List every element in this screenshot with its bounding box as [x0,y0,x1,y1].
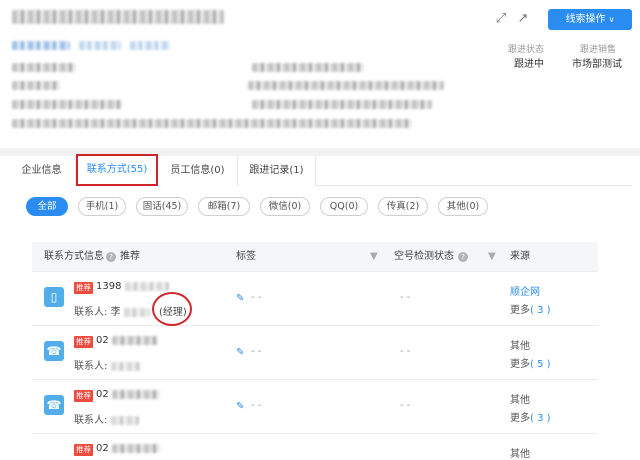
telephone-icon: ☎ [44,341,64,361]
contact-person: 联系人: [74,357,141,372]
info-line [252,99,432,110]
phone-number: 1398 [96,281,169,292]
check-status: - - [400,292,411,303]
question-icon[interactable]: ? [458,252,468,262]
check-status: - - [400,400,411,411]
phone-number-text: 02 [96,389,109,400]
table-row: 推荐 02 其他 [32,435,598,460]
phone-number-text: 02 [96,335,109,346]
filter-other[interactable]: 其他(0) [438,197,488,216]
recommend-badge: 推荐 [74,336,93,348]
company-tags-redacted [12,40,171,51]
more-sources: 更多( 3 ) [510,409,551,424]
tab-company-info[interactable]: 企业信息 [8,156,76,186]
tab-follow-records[interactable]: 跟进记录(1) [238,156,316,186]
column-contact: 联系方式信息 [44,251,104,262]
source-link[interactable]: 顺企网 [510,283,540,298]
phone-redacted [111,443,160,453]
phone-number: 02 [96,335,158,346]
follow-status-label: 跟进状态 [508,45,545,55]
tag-value: - - [251,400,262,411]
mobile-phone-icon: ▯ [44,287,64,307]
source-value: 其他 [510,341,530,352]
column-recommend: 推荐 [120,251,140,262]
column-tag: 标签 [236,251,256,262]
phone-number: 02 [96,443,160,454]
lead-actions-label: 线索操作 [565,14,606,25]
contact-person-text: 联系人: 李 [74,307,121,318]
more-count-link[interactable]: ( 5 ) [530,359,551,370]
recommend-badge: 推荐 [74,444,93,456]
question-icon[interactable]: ? [106,252,116,262]
phone-number-text: 1398 [96,281,122,292]
phone-redacted [124,281,169,291]
highlight-circle [152,292,192,326]
more-label: 更多 [510,413,530,424]
filter-wechat[interactable]: 微信(0) [260,197,310,216]
contacts-table-header: 联系方式信息 | ? 推荐 标签 ▼ 空号检测状态 ? ▼ 来源 [32,242,598,272]
table-row: ▯ 推荐 1398 联系人: 李 ✎ - - - - 顺企网 更多( 3 ) [32,273,598,326]
column-separator: | [100,251,104,262]
lead-actions-button[interactable]: 线索操作 ∨ [548,9,632,30]
contact-person-text: 联系人: [74,415,108,426]
filter-all[interactable]: 全部 [26,197,68,216]
table-row: ☎ 推荐 02 联系人: ✎ - - - - 其他 更多( 3 ) [32,381,598,434]
filter-landline[interactable]: 固话(45) [136,197,188,216]
source-value: 其他 [510,449,530,460]
info-line [252,62,364,73]
telephone-icon: ☎ [44,395,64,415]
info-line [12,80,60,91]
info-line [12,118,412,129]
recommend-badge: 推荐 [74,282,93,294]
source-value: 其他 [510,395,530,406]
filter-icon[interactable]: ▼ [488,251,496,263]
more-sources: 更多( 5 ) [510,355,551,370]
tab-contacts[interactable]: 联系方式(55) [76,154,158,186]
phone-redacted [111,335,158,345]
company-header: ⤢ ↗ 线索操作 ∨ 跟进状态 跟进中 跟进销售 市场部测试 [0,0,640,148]
follow-sales-value: 市场部测试 [572,59,622,70]
phone-redacted [111,389,160,399]
fullscreen-icon[interactable]: ⤢ [494,12,508,26]
external-link-icon[interactable]: ↗ [516,12,530,26]
tab-employees[interactable]: 员工信息(0) [158,156,238,186]
tag-value: - - [251,292,262,303]
contact-person: 联系人: [74,411,139,426]
phone-number: 02 [96,389,160,400]
name-redacted [123,307,150,317]
filter-email[interactable]: 邮箱(7) [198,197,250,216]
filter-fax[interactable]: 传真(2) [378,197,428,216]
recommend-badge: 推荐 [74,390,93,402]
filter-icon[interactable]: ▼ [370,251,378,263]
contact-person-text: 联系人: [74,361,108,372]
name-redacted [110,361,141,371]
check-status: - - [400,346,411,357]
info-line [248,80,444,91]
column-empty-check: 空号检测状态 [394,251,454,262]
name-redacted [110,415,139,425]
more-label: 更多 [510,305,530,316]
more-sources: 更多( 3 ) [510,301,551,316]
contact-person: 联系人: 李 [74,303,150,318]
more-label: 更多 [510,359,530,370]
table-row: ☎ 推荐 02 联系人: ✎ - - - - 其他 更多( 5 ) [32,327,598,380]
more-count-link[interactable]: ( 3 ) [530,305,551,316]
info-line [12,99,122,110]
tag-value: - - [251,346,262,357]
info-line [12,62,76,73]
edit-tag-icon[interactable]: ✎ [236,401,244,412]
chevron-down-icon: ∨ [608,15,615,24]
filter-qq[interactable]: QQ(0) [320,197,368,216]
edit-tag-icon[interactable]: ✎ [236,293,244,304]
more-count-link[interactable]: ( 3 ) [530,413,551,424]
column-source: 来源 [510,251,530,262]
edit-tag-icon[interactable]: ✎ [236,347,244,358]
company-name-redacted [12,10,224,26]
phone-number-text: 02 [96,443,109,454]
detail-tabs: 企业信息 联系方式(55) 员工信息(0) 跟进记录(1) [8,154,632,186]
filter-mobile[interactable]: 手机(1) [78,197,126,216]
follow-sales-label: 跟进销售 [580,45,617,55]
follow-status-value: 跟进中 [514,59,544,70]
